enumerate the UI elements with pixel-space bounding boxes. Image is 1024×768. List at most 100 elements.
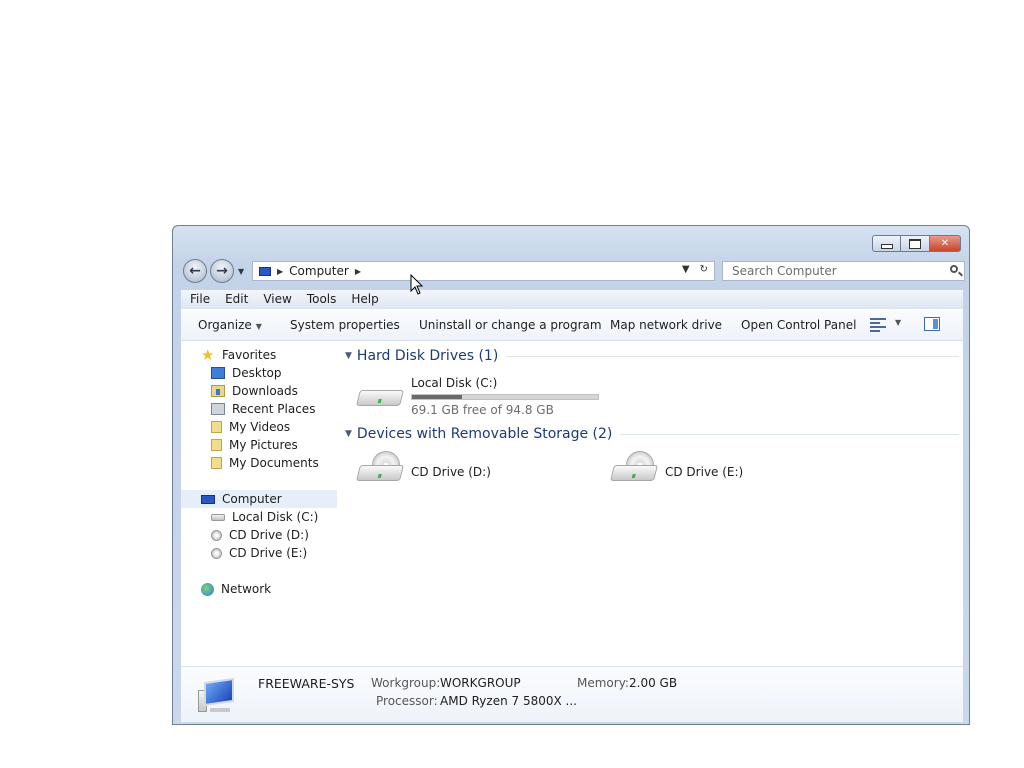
nav-favorites[interactable]: ★ Favorites	[201, 346, 276, 364]
open-control-panel-button[interactable]: Open Control Panel	[741, 318, 856, 332]
drive-name: CD Drive (E:)	[665, 465, 744, 479]
nav-local-disk-c[interactable]: Local Disk (C:)	[211, 508, 318, 526]
navigation-bar: ← → ▼ ▶ Computer ▶ ▼ ↻ Search Computer	[183, 259, 965, 283]
back-button[interactable]: ←	[183, 259, 207, 283]
nav-label: CD Drive (E:)	[229, 546, 308, 560]
cd-drive-icon	[211, 547, 222, 559]
uninstall-program-button[interactable]: Uninstall or change a program	[419, 318, 602, 332]
processor-value: AMD Ryzen 7 5800X ...	[440, 694, 577, 708]
drive-free-space: 69.1 GB free of 94.8 GB	[411, 403, 554, 417]
nav-label: Desktop	[232, 366, 282, 380]
memory-label: Memory:	[577, 676, 629, 690]
search-icon[interactable]	[950, 265, 958, 273]
menu-help[interactable]: Help	[342, 292, 384, 306]
workgroup-value: WORKGROUP	[440, 676, 521, 690]
change-view-icon[interactable]	[870, 318, 886, 332]
maximize-icon	[909, 238, 921, 249]
drive-cd-d[interactable]: CD Drive (D:)	[356, 449, 558, 493]
folder-icon	[211, 457, 222, 469]
nav-label: Downloads	[232, 384, 298, 398]
mouse-cursor-icon	[410, 274, 424, 295]
computer-name: FREEWARE-SYS	[258, 676, 355, 691]
cd-drive-icon	[356, 451, 404, 487]
recent-pages-dropdown[interactable]: ▼	[238, 267, 244, 276]
command-bar: Organize ▼ System properties Uninstall or…	[181, 309, 963, 341]
chevron-down-icon: ▼	[345, 429, 352, 439]
nav-cd-drive-e[interactable]: CD Drive (E:)	[211, 544, 307, 562]
preview-pane-icon[interactable]	[924, 317, 940, 331]
address-history-dropdown[interactable]: ▼	[682, 264, 690, 275]
map-network-drive-button[interactable]: Map network drive	[610, 318, 722, 332]
nav-label: My Documents	[229, 456, 319, 470]
nav-label: Network	[221, 582, 272, 596]
refresh-icon[interactable]: ↻	[700, 264, 708, 275]
nav-my-documents[interactable]: My Documents	[211, 454, 319, 472]
system-properties-button[interactable]: System properties	[290, 318, 400, 332]
nav-label: Computer	[222, 492, 282, 506]
drive-name: Local Disk (C:)	[411, 376, 498, 390]
organize-button[interactable]: Organize ▼	[198, 318, 262, 332]
menu-bar: File Edit View Tools Help	[181, 290, 963, 308]
group-title: Devices with Removable Storage (2)	[356, 426, 613, 442]
view-options-dropdown[interactable]: ▼	[895, 318, 901, 327]
nav-label: My Pictures	[229, 438, 298, 452]
search-box[interactable]: Search Computer	[722, 261, 965, 281]
chevron-down-icon: ▼	[255, 322, 262, 331]
nav-network[interactable]: Network	[201, 580, 271, 598]
nav-my-videos[interactable]: My Videos	[211, 418, 290, 436]
star-icon: ★	[201, 346, 215, 364]
nav-desktop[interactable]: Desktop	[211, 364, 282, 382]
workgroup-label: Workgroup:	[371, 676, 441, 690]
menu-tools[interactable]: Tools	[298, 292, 343, 306]
back-arrow-icon: ←	[189, 263, 201, 279]
menu-edit[interactable]: Edit	[216, 292, 254, 306]
folder-icon	[211, 439, 222, 451]
computer-monitor-icon	[198, 677, 238, 714]
nav-label: Recent Places	[232, 402, 316, 416]
hard-drive-icon	[356, 376, 404, 412]
nav-cd-drive-d[interactable]: CD Drive (D:)	[211, 526, 309, 544]
nav-computer[interactable]: Computer	[181, 490, 337, 508]
forward-button[interactable]: →	[210, 259, 234, 283]
computer-icon	[201, 494, 215, 504]
navigation-pane: ★ Favorites Desktop Downloads Recent Plac…	[181, 340, 341, 670]
nav-label: Favorites	[222, 348, 277, 362]
nav-recent-places[interactable]: Recent Places	[211, 400, 315, 418]
divider	[620, 433, 959, 435]
minimize-icon	[880, 243, 893, 249]
breadcrumb-computer[interactable]: Computer	[289, 264, 349, 278]
search-placeholder: Search Computer	[732, 264, 837, 278]
address-bar[interactable]: ▶ Computer ▶ ▼ ↻	[252, 261, 715, 281]
caption-buttons: ✕	[872, 235, 961, 252]
desktop-icon	[211, 367, 225, 379]
nav-my-pictures[interactable]: My Pictures	[211, 436, 298, 454]
memory-value: 2.00 GB	[629, 676, 678, 690]
menu-file[interactable]: File	[181, 292, 216, 306]
network-icon	[201, 582, 214, 596]
minimize-button[interactable]	[872, 235, 901, 252]
close-button[interactable]: ✕	[930, 235, 961, 252]
downloads-icon	[211, 385, 225, 397]
explorer-window: ✕ ← → ▼ ▶ Computer ▶ ▼ ↻ Search Computer…	[172, 225, 970, 725]
nav-label: My Videos	[229, 420, 291, 434]
group-header-hard-disks[interactable]: ▼ Hard Disk Drives (1)	[345, 346, 959, 366]
nav-downloads[interactable]: Downloads	[211, 382, 298, 400]
hard-drive-icon	[211, 513, 225, 521]
cd-drive-icon	[610, 451, 658, 487]
chevron-right-icon[interactable]: ▶	[277, 267, 283, 276]
drive-cd-e[interactable]: CD Drive (E:)	[610, 449, 812, 493]
recent-places-icon	[211, 403, 225, 415]
menu-view[interactable]: View	[254, 292, 297, 306]
content-area: Organize ▼ System properties Uninstall or…	[181, 308, 963, 722]
chevron-right-icon[interactable]: ▶	[355, 267, 361, 276]
drive-usage-bar	[411, 394, 599, 400]
nav-label: CD Drive (D:)	[229, 528, 309, 542]
drive-local-disk-c[interactable]: Local Disk (C:) 69.1 GB free of 94.8 GB	[356, 370, 608, 418]
close-icon: ✕	[940, 238, 950, 249]
chevron-down-icon: ▼	[345, 351, 352, 361]
maximize-button[interactable]	[901, 235, 930, 252]
group-header-removable[interactable]: ▼ Devices with Removable Storage (2)	[345, 424, 959, 444]
folder-icon	[211, 421, 222, 433]
nav-label: Local Disk (C:)	[232, 510, 319, 524]
cd-drive-icon	[211, 529, 222, 541]
